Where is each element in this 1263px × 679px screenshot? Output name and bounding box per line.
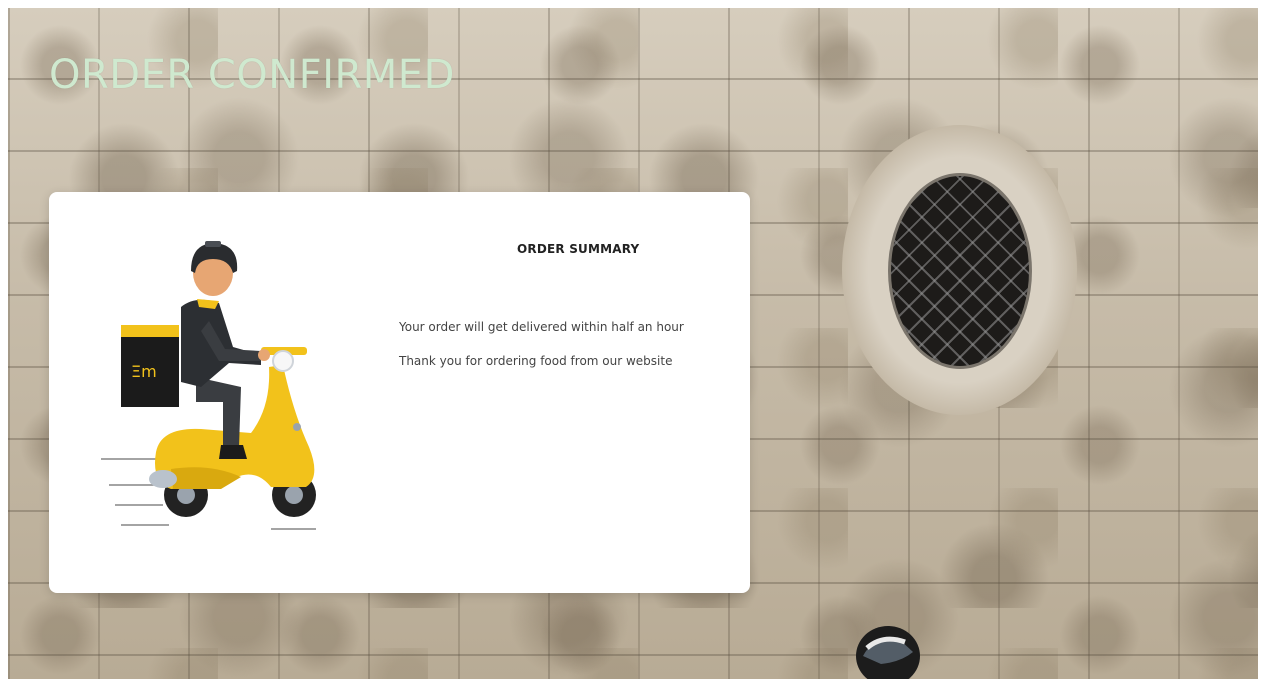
delivery-scooter-illustration: Ξm — [101, 241, 316, 530]
order-summary-card: Ξm ORDER SUMMARY Your order will get del… — [49, 192, 750, 593]
round-window-grate — [891, 176, 1029, 366]
helmet-icon — [856, 626, 920, 679]
box-logo: Ξm — [131, 362, 157, 381]
order-summary-heading: ORDER SUMMARY — [517, 242, 640, 256]
delivery-box: Ξm — [121, 325, 179, 407]
delivery-time-message: Your order will get delivered within hal… — [399, 320, 684, 334]
viewport: ORDER CONFIRMED Ξm ORDER SUMMARY Your or… — [0, 0, 1263, 679]
page-title: ORDER CONFIRMED — [49, 52, 455, 98]
thank-you-message: Thank you for ordering food from our web… — [399, 354, 673, 368]
